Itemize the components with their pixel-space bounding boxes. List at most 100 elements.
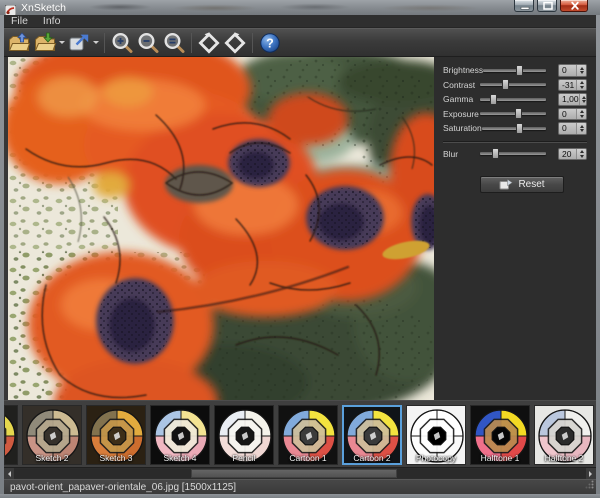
rotate-right-button[interactable] xyxy=(222,30,248,55)
brightness-slider[interactable] xyxy=(483,65,546,76)
open-folder-icon xyxy=(7,31,31,55)
maximize-button[interactable] xyxy=(537,0,557,12)
scrollbar-track[interactable] xyxy=(14,469,586,478)
preset-sketch-3[interactable]: Sketch 3 xyxy=(86,405,146,465)
scrollbar-thumb[interactable] xyxy=(191,469,397,478)
reset-icon xyxy=(499,179,513,190)
saturation-value[interactable]: 0 xyxy=(559,123,576,134)
preset-cartoon-1[interactable]: Cartoon 1 xyxy=(278,405,338,465)
preset-label: Sketch 4 xyxy=(151,453,209,463)
title-bar[interactable]: XnSketch xyxy=(0,0,600,15)
export-dropdown-arrow[interactable] xyxy=(92,30,100,55)
contrast-value[interactable]: -31 xyxy=(559,80,576,91)
contrast-spinbox[interactable]: -31 xyxy=(558,79,587,92)
spin-up-icon[interactable] xyxy=(580,123,584,128)
zoom-actual-size-button[interactable] xyxy=(161,30,187,55)
saturation-slider[interactable] xyxy=(482,123,546,134)
preset-cartoon-2[interactable]: Cartoon 2 xyxy=(342,405,402,465)
gamma-spinbox[interactable]: 1,00 xyxy=(558,93,587,106)
gamma-slider[interactable] xyxy=(480,94,546,105)
spin-down-icon[interactable] xyxy=(580,129,584,134)
image-canvas xyxy=(8,57,434,400)
spin-up-icon[interactable] xyxy=(580,148,584,153)
gamma-slider-thumb[interactable] xyxy=(490,94,497,105)
contrast-slider-thumb[interactable] xyxy=(502,79,509,90)
spin-up-icon[interactable] xyxy=(580,79,584,84)
saturation-spin-buttons xyxy=(576,123,586,134)
rotate-left-button[interactable] xyxy=(196,30,222,55)
brightness-value[interactable]: 0 xyxy=(559,65,576,76)
toolbar-separator xyxy=(191,33,192,53)
panel-separator xyxy=(443,141,587,143)
saturation-spinbox[interactable]: 0 xyxy=(558,122,587,135)
exposure-slider-track[interactable] xyxy=(480,112,546,115)
blur-slider-track[interactable] xyxy=(480,152,546,155)
preset-label: Photocopy xyxy=(407,453,465,463)
help-button[interactable]: ? xyxy=(257,30,283,55)
brightness-spinbox[interactable]: 0 xyxy=(558,64,587,77)
reset-button[interactable]: Reset xyxy=(480,176,564,193)
blur-slider-thumb[interactable] xyxy=(492,148,499,159)
preset-pencil[interactable]: Pencil xyxy=(214,405,274,465)
resize-grip[interactable] xyxy=(585,480,594,492)
blur-value[interactable]: 20 xyxy=(559,149,576,160)
save-button[interactable] xyxy=(32,30,58,55)
zoom-in-button[interactable] xyxy=(109,30,135,55)
window-frame-bottom xyxy=(0,494,600,498)
save-dropdown-arrow[interactable] xyxy=(58,30,66,55)
brightness-slider-thumb[interactable] xyxy=(516,65,523,76)
window-frame-left xyxy=(0,15,4,498)
saturation-row: Saturation0 xyxy=(443,121,587,136)
blur-spin-buttons xyxy=(576,149,586,160)
menu-file[interactable]: File xyxy=(11,15,28,28)
blur-slider[interactable] xyxy=(480,148,546,159)
contrast-slider-track[interactable] xyxy=(480,83,546,86)
saturation-slider-track[interactable] xyxy=(482,127,546,130)
spin-up-icon[interactable] xyxy=(580,108,584,113)
exposure-slider[interactable] xyxy=(480,108,546,119)
close-button[interactable] xyxy=(560,0,588,12)
gamma-value[interactable]: 1,00 xyxy=(559,94,579,105)
spin-up-icon[interactable] xyxy=(580,65,584,70)
close-icon xyxy=(561,0,587,12)
gamma-spin-buttons xyxy=(579,94,587,105)
saturation-slider-thumb[interactable] xyxy=(516,123,523,134)
contrast-label: Contrast xyxy=(443,80,480,90)
preset-sketch-4[interactable]: Sketch 4 xyxy=(150,405,210,465)
blur-label: Blur xyxy=(443,149,480,159)
scroll-right-arrow[interactable] xyxy=(586,468,596,479)
blur-spinbox[interactable]: 20 xyxy=(558,148,587,161)
scroll-left-arrow[interactable] xyxy=(4,468,14,479)
preset-scrollbar[interactable] xyxy=(4,467,596,479)
export-button[interactable] xyxy=(66,30,92,55)
window-frame-right xyxy=(596,15,600,498)
contrast-slider[interactable] xyxy=(480,79,546,90)
spin-down-icon[interactable] xyxy=(580,71,584,76)
preset-sketch-2[interactable]: Sketch 2 xyxy=(22,405,82,465)
spin-down-icon[interactable] xyxy=(580,115,584,120)
spin-down-icon[interactable] xyxy=(580,155,584,160)
minimize-button[interactable] xyxy=(514,0,534,12)
spin-down-icon[interactable] xyxy=(582,100,586,105)
preset-label: Pencil xyxy=(215,453,273,463)
svg-text:?: ? xyxy=(266,36,274,50)
preset-label: Cartoon 1 xyxy=(279,453,337,463)
preset-halftone-2[interactable]: Halftone 2 xyxy=(534,405,594,465)
brightness-slider-track[interactable] xyxy=(483,69,546,72)
exposure-spinbox[interactable]: 0 xyxy=(558,108,587,121)
zoom-out-icon xyxy=(136,31,160,55)
preset-photocopy[interactable]: Photocopy xyxy=(406,405,466,465)
zoom-out-button[interactable] xyxy=(135,30,161,55)
preset-label: Halftone 2 xyxy=(535,453,593,463)
brightness-label: Brightness xyxy=(443,65,483,75)
spin-down-icon[interactable] xyxy=(580,86,584,91)
save-folder-icon xyxy=(33,31,57,55)
exposure-value[interactable]: 0 xyxy=(559,109,576,120)
preset-partial[interactable] xyxy=(4,405,18,465)
exposure-slider-thumb[interactable] xyxy=(515,108,522,119)
exposure-spin-buttons xyxy=(576,109,586,120)
open-button[interactable] xyxy=(6,30,32,55)
menu-info[interactable]: Info xyxy=(43,15,61,28)
spin-up-icon[interactable] xyxy=(582,94,586,99)
preset-halftone-1[interactable]: Halftone 1 xyxy=(470,405,530,465)
